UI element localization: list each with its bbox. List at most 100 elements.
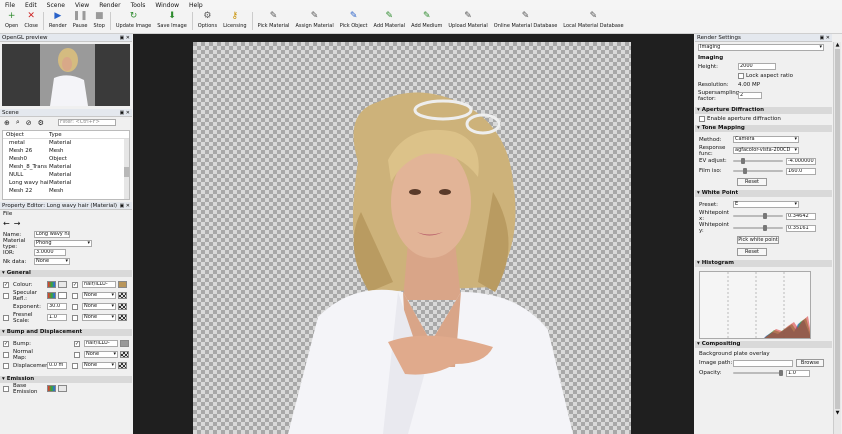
menu-item-tools[interactable]: Tools: [126, 2, 151, 9]
bump-checkbox[interactable]: [3, 340, 9, 347]
table-row[interactable]: metal Material: [3, 139, 129, 147]
table-row[interactable]: Mesh0 Object: [3, 155, 129, 163]
exponent-texture-checkbox[interactable]: [72, 303, 78, 310]
toolbar-button-assign-material[interactable]: ✎ Assign Material: [292, 10, 336, 29]
opacity-slider-knob[interactable]: [779, 370, 783, 376]
displacement-texture-select[interactable]: None: [82, 362, 116, 369]
colour-texture-checkbox[interactable]: [72, 281, 78, 288]
toolbar-button-upload-material[interactable]: ✎ Upload Material: [445, 10, 490, 29]
nk-select[interactable]: None: [34, 258, 70, 265]
scrollbar-up-arrow[interactable]: ▲: [834, 42, 841, 48]
scrollbar-thumb[interactable]: [835, 49, 840, 409]
scrollbar-down-arrow[interactable]: ▼: [834, 410, 841, 416]
menu-item-file[interactable]: File: [0, 2, 20, 9]
exponent-input[interactable]: 30.0: [47, 303, 67, 310]
fresnel-input[interactable]: 1.0: [47, 314, 67, 321]
toolbar-button-pause[interactable]: ❚❚ Pause: [70, 10, 91, 29]
toolbar-button-add-medium[interactable]: ✎ Add Medium: [408, 10, 445, 29]
render-image[interactable]: [193, 42, 631, 434]
whitepoint-y-knob[interactable]: [763, 225, 767, 231]
displacement-input[interactable]: 0.0 m: [47, 362, 67, 369]
toolbar-button-licensing[interactable]: ⚷ Licensing: [220, 10, 250, 29]
toolbar-button-open[interactable]: + Open: [2, 10, 21, 29]
emission-swatch[interactable]: [58, 385, 67, 392]
menu-item-render[interactable]: Render: [94, 2, 125, 9]
table-row[interactable]: NULL Material: [3, 171, 129, 179]
column-header-object[interactable]: Object: [3, 132, 49, 138]
method-select[interactable]: Camera: [733, 136, 799, 143]
pick-white-point-button[interactable]: Pick white point: [737, 236, 779, 244]
scene-filter-input[interactable]: Filter: <Ctrl+F>: [57, 119, 116, 126]
specular-checker-icon[interactable]: [118, 292, 127, 299]
whitepoint-y-slider[interactable]: [733, 225, 783, 231]
film-iso-input[interactable]: 160.0: [786, 167, 816, 175]
whitepoint-x-input[interactable]: 0.34642: [786, 212, 816, 220]
aperture-checkbox[interactable]: [699, 115, 705, 122]
specular-texture-select[interactable]: None: [82, 292, 116, 299]
toolbar-button-options[interactable]: ⚙ Options: [195, 10, 220, 29]
settings-icon[interactable]: ⚙: [38, 119, 44, 127]
toolbar-button-stop[interactable]: ■ Stop: [91, 10, 108, 29]
opengl-preview-viewport[interactable]: [2, 44, 130, 106]
ev-slider[interactable]: [733, 158, 783, 164]
normal-checker-icon[interactable]: [120, 351, 129, 358]
displacement-checkbox[interactable]: [3, 362, 9, 369]
displacement-checker-icon[interactable]: [118, 362, 127, 369]
table-row[interactable]: Mesh 22 Mesh: [3, 187, 129, 195]
scene-scrollbar[interactable]: [124, 139, 129, 199]
whitepoint-reset-button[interactable]: Reset: [737, 248, 767, 256]
menu-item-view[interactable]: View: [70, 2, 94, 9]
render-viewport[interactable]: [133, 34, 694, 434]
panel-float-close-icon[interactable]: ▣ ✕: [119, 34, 130, 42]
toolbar-button-close[interactable]: ✕ Close: [21, 10, 41, 29]
panel-float-close-icon[interactable]: ▣ ✕: [819, 34, 830, 42]
fresnel-texture-checkbox[interactable]: [72, 314, 78, 321]
displacement-texture-checkbox[interactable]: [72, 362, 78, 369]
ev-slider-knob[interactable]: [741, 158, 745, 164]
base-emission-checkbox[interactable]: [3, 385, 9, 392]
normal-texture-checkbox[interactable]: [74, 351, 80, 358]
panel-float-close-icon[interactable]: ▣ ✕: [119, 202, 130, 210]
image-path-input[interactable]: [733, 359, 793, 367]
general-section-header[interactable]: ▾ General: [0, 270, 132, 277]
preset-select[interactable]: E: [733, 201, 799, 208]
whitepoint-x-slider[interactable]: [733, 213, 783, 219]
compositing-section-header[interactable]: ▾ Compositing: [695, 341, 832, 348]
toolbar-button-local-material-database[interactable]: ✎ Local Material Database: [560, 10, 626, 29]
bump-texture-checkbox[interactable]: [74, 340, 80, 347]
emission-mode-icon[interactable]: [47, 385, 56, 392]
column-header-type[interactable]: Type: [49, 132, 62, 138]
ior-input[interactable]: 3.0000: [34, 249, 66, 256]
toolbar-button-pick-object[interactable]: ✎ Pick Object: [337, 10, 371, 29]
film-iso-slider-knob[interactable]: [743, 168, 747, 174]
toolbar-button-online-material-database[interactable]: ✎ Online Material Database: [491, 10, 560, 29]
settings-category-select[interactable]: Imaging: [698, 44, 824, 51]
histogram-section-header[interactable]: ▾ Histogram: [695, 260, 832, 267]
whitepoint-section-header[interactable]: ▾ White Point: [695, 190, 832, 197]
colour-checkbox[interactable]: [3, 281, 9, 288]
bump-texture-thumbnail[interactable]: [120, 340, 129, 347]
bump-texture-path[interactable]: hair/ILLU-: [84, 340, 118, 347]
scene-scrollbar-thumb[interactable]: [124, 167, 129, 177]
aperture-section-header[interactable]: ▾ Aperture Diffraction: [695, 107, 832, 114]
normal-texture-select[interactable]: None: [84, 351, 118, 358]
film-iso-slider[interactable]: [733, 168, 783, 174]
specular-swatch[interactable]: [58, 292, 67, 299]
fresnel-checker-icon[interactable]: [118, 314, 127, 321]
toolbar-button-update-image[interactable]: ↻ Update Image: [113, 10, 154, 29]
colour-swatch[interactable]: [58, 281, 67, 288]
whitepoint-y-input[interactable]: 0.35161: [786, 224, 816, 232]
whitepoint-x-knob[interactable]: [763, 213, 767, 219]
bump-section-header[interactable]: ▾ Bump and Displacement: [0, 329, 132, 336]
opacity-input[interactable]: 1.0: [786, 369, 810, 377]
fresnel-texture-select[interactable]: None: [82, 314, 116, 321]
name-input[interactable]: Long wavy hair: [34, 231, 70, 238]
material-type-select[interactable]: Phong: [34, 240, 92, 247]
tonemap-section-header[interactable]: ▾ Tone Mapping: [695, 125, 832, 132]
toolbar-button-render[interactable]: ▶ Render: [46, 10, 70, 29]
toolbar-button-add-material[interactable]: ✎ Add Material: [371, 10, 409, 29]
add-scene-item-icon[interactable]: ⊕: [4, 119, 10, 127]
delete-icon[interactable]: ⊘: [26, 119, 32, 127]
colour-texture-path[interactable]: hair/ILLU-: [82, 281, 116, 288]
height-input[interactable]: 2000: [738, 63, 776, 70]
